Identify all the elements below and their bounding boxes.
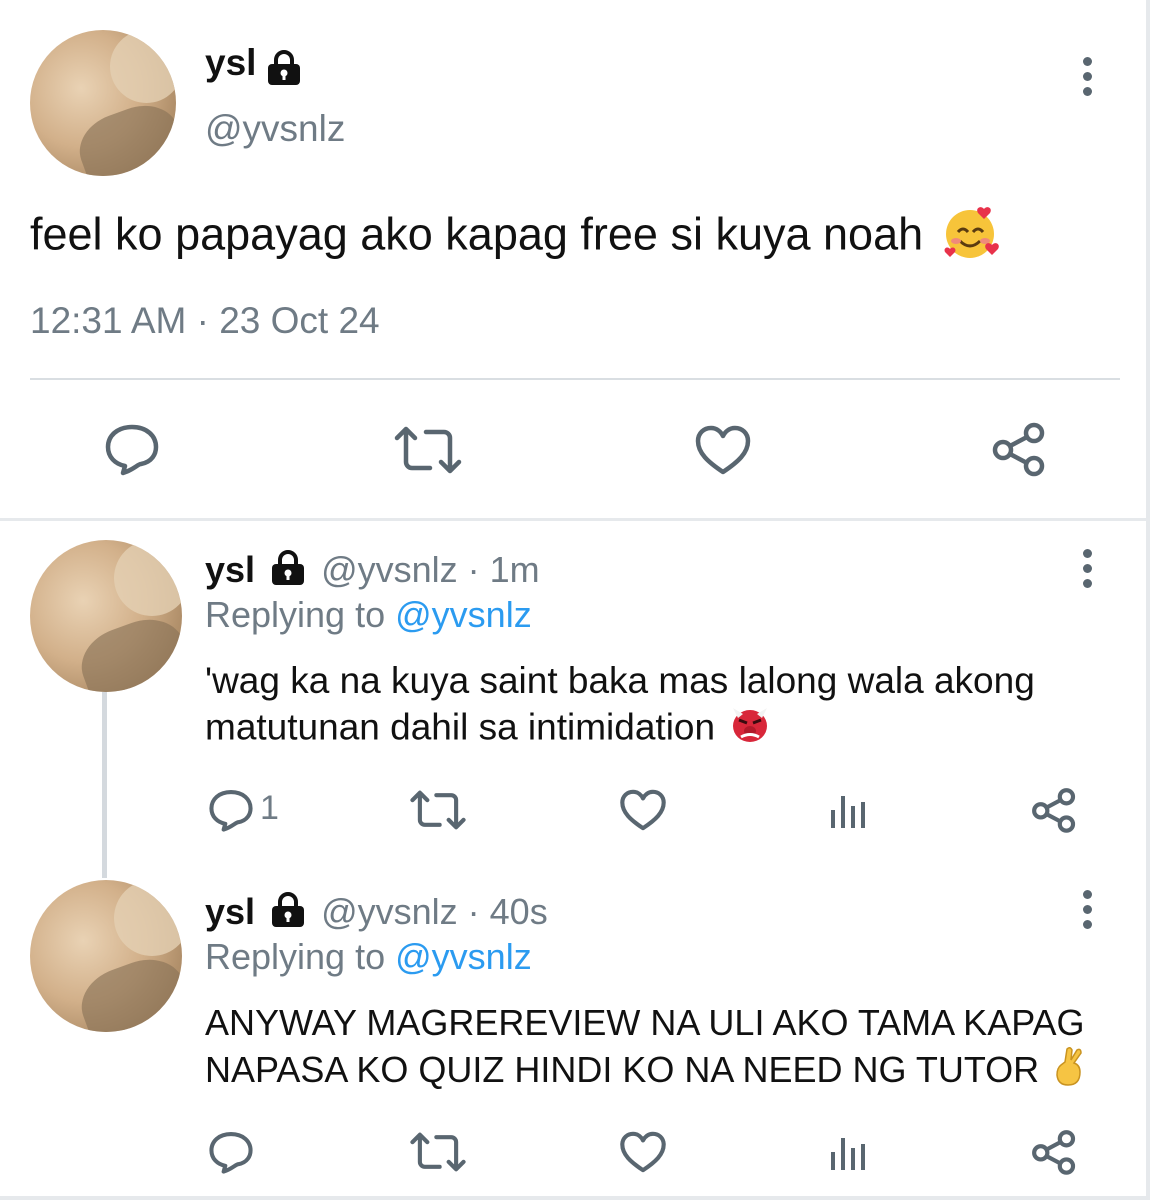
- replying-to: Replying to @yvsnlz: [205, 594, 532, 636]
- reply-icon[interactable]: [207, 788, 255, 832]
- reply-display-name[interactable]: ysl: [205, 549, 255, 590]
- reply-count: 1: [260, 789, 279, 827]
- analytics-icon[interactable]: [828, 1134, 868, 1174]
- replying-to-label: Replying to: [205, 936, 386, 977]
- main-display-name[interactable]: ysl: [205, 42, 256, 83]
- lock-icon: [269, 892, 307, 937]
- bottom-edge-border: [0, 1196, 1150, 1200]
- replying-to-link[interactable]: @yvsnlz: [395, 594, 532, 635]
- more-options-icon[interactable]: [1082, 549, 1092, 594]
- lock-icon: [265, 50, 303, 91]
- replying-to-link[interactable]: @yvsnlz: [395, 936, 532, 977]
- thread-connector-line: [102, 692, 107, 878]
- reply-text-line: ANYWAY MAGREREVIEW NA ULI AKO TAMA KAPAG: [205, 1002, 1085, 1043]
- like-icon[interactable]: [619, 1130, 667, 1174]
- main-tweet-text: feel ko papayag ako kapag free si kuya n…: [30, 203, 1000, 272]
- main-divider: [30, 378, 1120, 380]
- reply-text-line: NAPASA KO QUIZ HINDI KO NA NEED NG TUTOR: [205, 1049, 1040, 1091]
- reply-text-line: matutunan dahil sa intimidation: [205, 706, 716, 748]
- goblin-icon: [729, 704, 771, 755]
- like-icon[interactable]: [694, 424, 752, 476]
- share-icon[interactable]: [1030, 1128, 1078, 1176]
- more-options-icon[interactable]: [1082, 890, 1092, 935]
- main-header: ysl: [205, 42, 303, 91]
- share-icon[interactable]: [990, 420, 1048, 478]
- section-divider: [0, 518, 1150, 521]
- reply-handle[interactable]: @yvsnlz: [321, 549, 458, 590]
- reply-time[interactable]: · 40s: [468, 891, 548, 932]
- reply-avatar[interactable]: [30, 880, 182, 1032]
- retweet-icon[interactable]: [410, 1132, 466, 1172]
- share-icon[interactable]: [1030, 786, 1078, 834]
- retweet-icon[interactable]: [410, 790, 466, 830]
- reply-icon[interactable]: [207, 1130, 255, 1174]
- reply-text-line: 'wag ka na kuya saint baka mas lalong wa…: [205, 660, 1035, 701]
- reply-text: ANYWAY MAGREREVIEW NA ULI AKO TAMA KAPAG…: [205, 1000, 1087, 1099]
- replying-to: Replying to @yvsnlz: [205, 936, 532, 978]
- smiling-face-with-hearts-icon: [942, 203, 1000, 272]
- retweet-icon[interactable]: [394, 426, 462, 474]
- reply-display-name[interactable]: ysl: [205, 891, 255, 932]
- reply-handle[interactable]: @yvsnlz: [321, 891, 458, 932]
- reply-text: 'wag ka na kuya saint baka mas lalong wa…: [205, 658, 1035, 755]
- reply-header: ysl @yvsnlz · 40s: [205, 891, 548, 937]
- main-handle[interactable]: @yvsnlz: [205, 108, 345, 150]
- main-avatar[interactable]: [30, 30, 176, 176]
- replying-to-label: Replying to: [205, 594, 386, 635]
- main-timestamp[interactable]: 12:31 AM · 23 Oct 24: [30, 300, 380, 342]
- like-icon[interactable]: [619, 788, 667, 832]
- reply-icon[interactable]: [103, 422, 161, 476]
- reply-header: ysl @yvsnlz · 1m: [205, 549, 540, 595]
- more-options-icon[interactable]: [1082, 57, 1092, 102]
- reply-avatar[interactable]: [30, 540, 182, 692]
- analytics-icon[interactable]: [828, 792, 868, 832]
- reply-time[interactable]: · 1m: [468, 549, 540, 590]
- main-tweet-body: feel ko papayag ako kapag free si kuya n…: [30, 208, 924, 260]
- right-edge-border: [1146, 0, 1150, 1200]
- crossed-fingers-icon: [1053, 1046, 1087, 1099]
- lock-icon: [269, 550, 307, 595]
